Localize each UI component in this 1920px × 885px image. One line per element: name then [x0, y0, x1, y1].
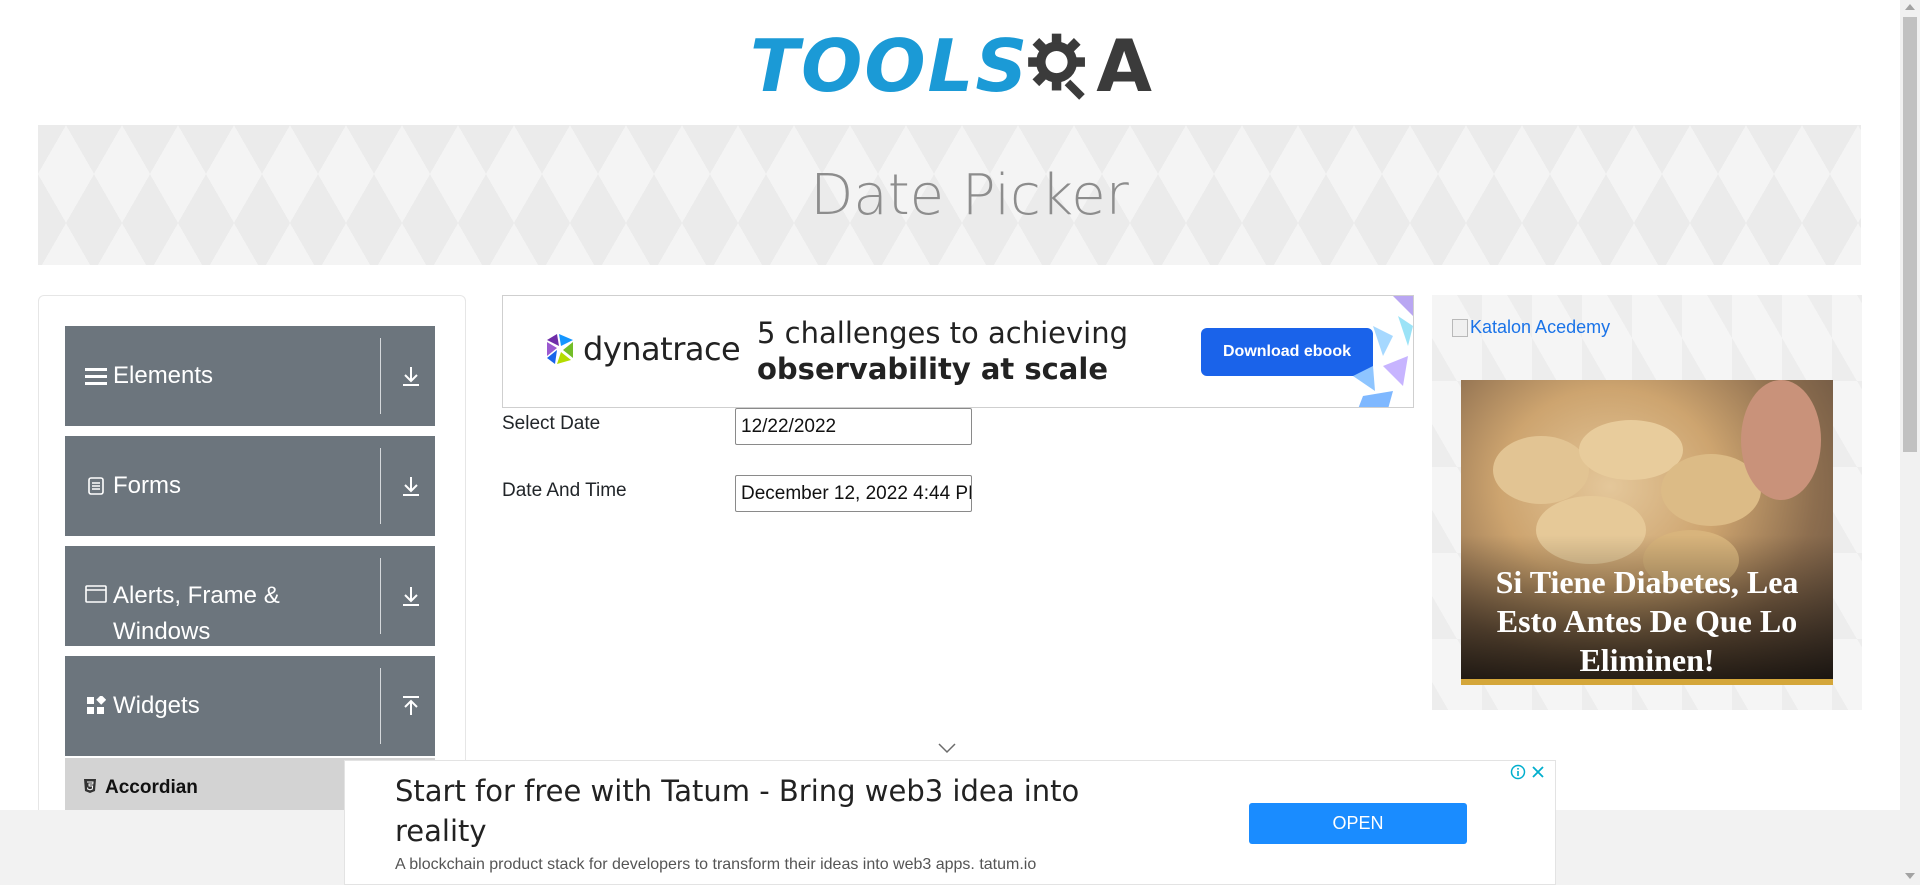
download-arrow-icon[interactable]	[399, 364, 423, 388]
gear-magnifier-icon	[1028, 33, 1086, 100]
adchoices[interactable]	[1509, 763, 1547, 781]
right-ad[interactable]: Katalon Acedemy Si Tiene Diabetes, Lea E…	[1432, 295, 1862, 710]
nav-group-widgets[interactable]: Widgets	[65, 656, 435, 756]
upload-arrow-icon[interactable]	[399, 694, 423, 718]
tatum-description: A blockchain product stack for developer…	[395, 856, 1037, 873]
widgets-icon	[85, 696, 107, 716]
nav-group-alerts-frame-windows[interactable]: Alerts, Frame & Windows	[65, 546, 435, 646]
logo-text: TOOLS	[750, 24, 1030, 108]
scrollbar-thumb[interactable]	[1903, 17, 1917, 452]
ad-decoration	[1353, 296, 1413, 407]
katalon-link[interactable]: Katalon Acedemy	[1452, 317, 1610, 338]
nav-group-label: Elements	[113, 362, 214, 389]
close-icon[interactable]	[1529, 763, 1547, 781]
tatum-ad[interactable]: Start for free with Tatum - Bring web3 i…	[344, 760, 1556, 885]
page-banner: Date Picker	[38, 125, 1861, 265]
toolsqa-logo[interactable]: TOOLS A	[750, 18, 1152, 114]
html5-icon	[83, 778, 97, 799]
dynatrace-brand: dynatrace	[583, 330, 741, 368]
select-date-label: Select Date	[502, 413, 601, 434]
ad-headline-line2: observability at scale	[757, 352, 1108, 386]
chevron-down-icon[interactable]	[937, 741, 957, 755]
open-button[interactable]: OPEN	[1249, 803, 1467, 844]
nav-group-forms[interactable]: Forms	[65, 436, 435, 536]
info-icon[interactable]	[1509, 763, 1527, 781]
nav-group-label: Forms	[113, 472, 181, 499]
download-arrow-icon[interactable]	[399, 474, 423, 498]
katalon-link-text: Katalon Acedemy	[1470, 317, 1611, 337]
download-arrow-icon[interactable]	[399, 584, 423, 608]
ad-photo[interactable]: Si Tiene Diabetes, Lea Esto Antes De Que…	[1461, 380, 1833, 685]
document-icon	[85, 477, 107, 495]
divider	[380, 558, 381, 634]
divider	[380, 448, 381, 524]
divider	[380, 668, 381, 744]
date-and-time-label: Date And Time	[502, 480, 627, 501]
page: TOOLS A Date Picker Elements Forms Alert…	[0, 0, 1920, 885]
tatum-headline: Start for free with Tatum - Bring web3 i…	[395, 774, 1080, 848]
broken-image-icon	[1452, 318, 1468, 337]
ad-headline-line1: 5 challenges to achieving	[757, 316, 1129, 350]
window-icon	[85, 585, 107, 603]
nav-group-label: Alerts, Frame & Windows	[113, 582, 280, 645]
scroll-up-arrow-icon[interactable]	[1905, 4, 1915, 10]
nav-group-elements[interactable]: Elements	[65, 326, 435, 426]
hamburger-icon	[85, 366, 107, 386]
date-and-time-input[interactable]: December 12, 2022 4:44 PM	[735, 475, 972, 512]
page-scrollbar[interactable]	[1900, 0, 1920, 885]
nav-item-label: Accordian	[105, 777, 198, 798]
divider	[380, 338, 381, 414]
dynatrace-ad[interactable]: dynatrace 5 challenges to achieving obse…	[502, 295, 1414, 408]
page-title: Date Picker	[810, 162, 1129, 228]
dynatrace-logo: dynatrace	[543, 330, 741, 368]
select-date-input[interactable]: 12/22/2022	[735, 408, 972, 445]
dynatrace-icon	[547, 334, 573, 364]
scroll-down-arrow-icon[interactable]	[1905, 873, 1915, 879]
ad-caption: Si Tiene Diabetes, Lea Esto Antes De Que…	[1495, 564, 1799, 678]
logo-text-a: A	[1096, 24, 1152, 108]
photo-strip	[1461, 679, 1833, 685]
nav-group-label: Widgets	[113, 692, 200, 719]
